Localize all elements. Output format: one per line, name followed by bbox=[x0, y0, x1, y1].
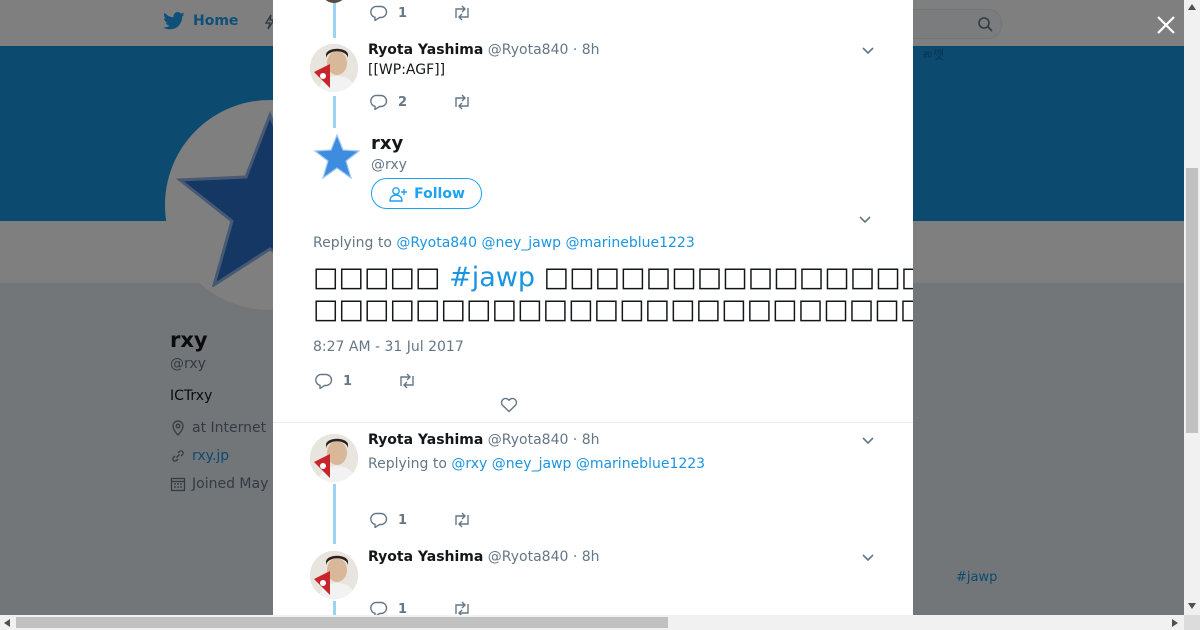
tweet-text-segment: □□□□□ bbox=[313, 262, 441, 293]
chevron-down-icon[interactable] bbox=[861, 553, 875, 563]
hashtag-link[interactable]: #jawp bbox=[449, 262, 535, 293]
author-name[interactable]: Ryota Yashima bbox=[368, 549, 483, 565]
mention-link[interactable]: @ney_jawp bbox=[492, 456, 572, 472]
reply-count: 1 bbox=[398, 601, 408, 616]
reply-button[interactable]: 1 bbox=[370, 512, 418, 528]
thread-line bbox=[333, 484, 336, 544]
avatar[interactable] bbox=[310, 434, 358, 482]
like-icon[interactable] bbox=[556, 537, 568, 542]
author-handle[interactable]: @rxy bbox=[371, 157, 407, 173]
retweet-icon bbox=[455, 601, 469, 615]
retweet-button[interactable] bbox=[452, 512, 472, 528]
mention-link[interactable]: @marineblue1223 bbox=[565, 235, 694, 251]
follow-label: Follow bbox=[414, 185, 465, 202]
reply-count: 1 bbox=[398, 512, 408, 528]
star-avatar-icon bbox=[313, 133, 361, 180]
tweet-header: Ryota Yashima @Ryota840 · 8h bbox=[368, 432, 600, 448]
tweet-time[interactable]: 8h bbox=[582, 432, 600, 448]
scrollbar-thumb[interactable] bbox=[16, 617, 668, 628]
author-handle[interactable]: @Ryota840 bbox=[488, 432, 569, 448]
chevron-down-icon[interactable] bbox=[861, 436, 875, 446]
tweet-text-line: □□□□□□□□□□□□□□□□□□□□□□□□□□□□□□□□□□□□□□□□… bbox=[313, 294, 913, 325]
mention-link[interactable]: @Ryota840 bbox=[396, 235, 477, 251]
mention-link[interactable]: @marineblue1223 bbox=[576, 456, 705, 472]
scrollbar-corner bbox=[1184, 615, 1200, 630]
thread-line bbox=[333, 601, 336, 615]
user-photo-icon bbox=[310, 434, 358, 482]
scroll-right-arrow-icon[interactable] bbox=[1172, 619, 1178, 627]
avatar[interactable] bbox=[313, 133, 361, 181]
retweet-button[interactable] bbox=[397, 373, 417, 389]
retweet-icon bbox=[400, 373, 414, 389]
mention-link[interactable]: @rxy bbox=[451, 456, 487, 472]
tweet-modal: 1 Ryota Yashima @Ryota840 · 8h [[WP:AGF]… bbox=[273, 0, 913, 615]
avatar[interactable] bbox=[310, 551, 358, 599]
reply-button[interactable]: 1 bbox=[315, 373, 363, 389]
scroll-down-arrow-icon[interactable] bbox=[1188, 603, 1196, 609]
reply-button[interactable]: 1 bbox=[370, 601, 418, 615]
replying-prefix: Replying to bbox=[313, 235, 392, 251]
tweet-timestamp[interactable]: 8:27 AM - 31 Jul 2017 bbox=[313, 339, 464, 355]
tweet-header: Ryota Yashima @Ryota840 · 8h bbox=[368, 549, 600, 565]
tweet-actions: 1 bbox=[370, 601, 472, 615]
chevron-down-icon[interactable] bbox=[858, 215, 872, 225]
replying-to: Replying to @Ryota840 @ney_jawp @marineb… bbox=[313, 235, 695, 251]
tweet-text-segment: □□□□□□□□□□□□□□□□□□□□□□□□□□□ bbox=[543, 262, 913, 293]
follow-button[interactable]: Follow bbox=[371, 178, 482, 209]
retweet-button[interactable] bbox=[452, 601, 472, 615]
main-tweet: rxy @rxy Follow Replying to @Ryota840 @n… bbox=[273, 0, 913, 423]
author-name[interactable]: rxy bbox=[371, 133, 403, 154]
tweet-actions: 1 bbox=[370, 512, 472, 528]
replying-prefix: Replying to bbox=[368, 456, 447, 472]
tweet-time[interactable]: 8h bbox=[582, 549, 600, 565]
tweet-text: □□□□□ #jawp □□□□□□□□□□□□□□ □□□□□□□□□□□□□ … bbox=[313, 262, 913, 326]
user-photo-icon bbox=[310, 551, 358, 599]
scroll-up-arrow-icon[interactable] bbox=[1188, 4, 1196, 10]
close-icon[interactable] bbox=[1154, 13, 1178, 37]
add-user-icon bbox=[389, 186, 408, 202]
heart-icon[interactable] bbox=[500, 397, 518, 413]
scroll-left-arrow-icon[interactable] bbox=[4, 619, 10, 627]
reply-count: 1 bbox=[343, 373, 353, 389]
author-handle[interactable]: @Ryota840 bbox=[488, 549, 569, 565]
reply-icon bbox=[370, 512, 388, 528]
retweet-icon bbox=[455, 512, 469, 528]
horizontal-scrollbar[interactable] bbox=[0, 615, 1184, 630]
replying-to: Replying to @rxy @ney_jawp @marineblue12… bbox=[368, 456, 705, 472]
reply-icon bbox=[315, 373, 333, 389]
reply-icon bbox=[370, 601, 388, 615]
mention-link[interactable]: @ney_jawp bbox=[481, 235, 561, 251]
vertical-scrollbar[interactable] bbox=[1184, 0, 1200, 615]
scrollbar-thumb[interactable] bbox=[1186, 168, 1198, 433]
tweet-actions: 1 bbox=[315, 373, 417, 389]
author-name[interactable]: Ryota Yashima bbox=[368, 432, 483, 448]
